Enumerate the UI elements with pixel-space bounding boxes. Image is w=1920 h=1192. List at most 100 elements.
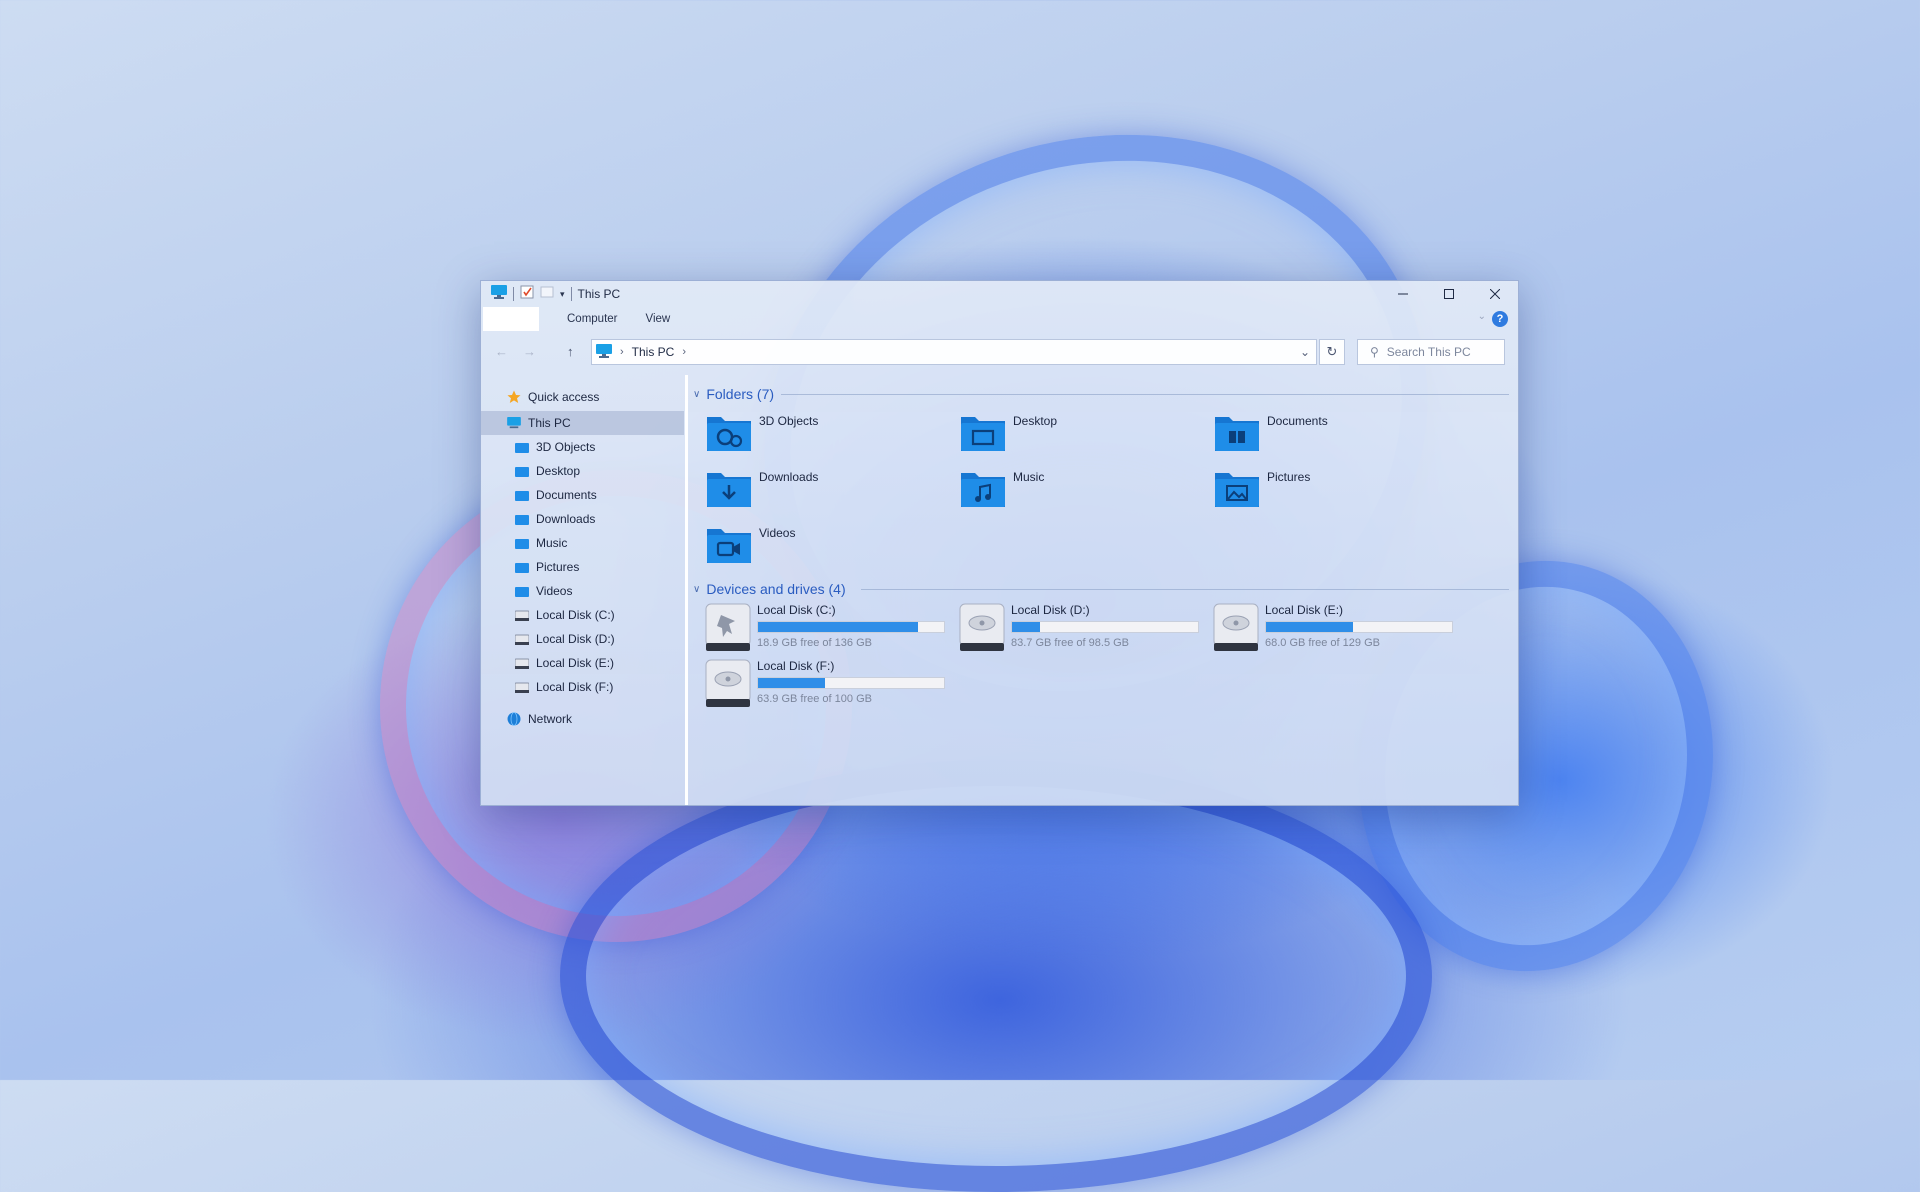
search-box[interactable]: ⚲ Search This PC xyxy=(1357,339,1505,365)
breadcrumb-chevron-icon[interactable]: › xyxy=(620,346,624,358)
folder-icon xyxy=(515,537,529,549)
nav-item-local-disk-c[interactable]: Local Disk (C:) xyxy=(481,603,684,627)
search-icon: ⚲ xyxy=(1370,345,1379,359)
expand-ribbon-icon[interactable]: ⌄ xyxy=(1478,311,1486,322)
nav-label: Music xyxy=(536,536,568,550)
devices-group-header[interactable]: ∨ Devices and drives (4) xyxy=(693,578,846,600)
folder-music[interactable]: Music xyxy=(959,467,1209,519)
folder-documents[interactable]: Documents xyxy=(1213,411,1463,463)
folder-label: Videos xyxy=(759,526,796,540)
folder-desktop[interactable]: Desktop xyxy=(959,411,1209,463)
drive-icon xyxy=(515,609,529,621)
devices-header-label: Devices and drives (4) xyxy=(706,581,846,597)
network-globe-icon xyxy=(507,712,521,726)
nav-network[interactable]: Network xyxy=(481,707,684,731)
documents-folder-icon xyxy=(1213,411,1261,453)
properties-icon[interactable] xyxy=(520,285,534,304)
new-folder-icon[interactable] xyxy=(540,285,554,304)
system-drive-icon xyxy=(705,603,751,653)
file-tab[interactable] xyxy=(483,307,539,331)
folder-label: Music xyxy=(1013,470,1045,484)
drive-usage-fill xyxy=(758,678,825,688)
tab-view[interactable]: View xyxy=(632,313,685,325)
nav-item-local-disk-d[interactable]: Local Disk (D:) xyxy=(481,627,684,651)
videos-folder-icon xyxy=(705,523,753,565)
refresh-icon: ↻ xyxy=(1326,344,1338,359)
minimize-button[interactable] xyxy=(1380,281,1426,307)
folders-group-header[interactable]: ∨ Folders (7) xyxy=(693,383,774,405)
refresh-button[interactable]: ↻ xyxy=(1319,339,1345,365)
nav-label: Desktop xyxy=(536,464,581,478)
drive-icon xyxy=(1213,603,1259,653)
wallpaper-bloom xyxy=(560,760,1432,1192)
nav-item-desktop[interactable]: Desktop xyxy=(481,459,684,483)
toolbar-divider xyxy=(570,287,572,301)
nav-label: This PC xyxy=(528,416,571,430)
folder-icon xyxy=(515,441,529,453)
nav-quick-access[interactable]: Quick access xyxy=(481,385,684,409)
breadcrumb-chevron-icon[interactable]: › xyxy=(682,346,686,358)
nav-label: Pictures xyxy=(536,560,580,574)
drive-name: Local Disk (C:) xyxy=(757,603,836,617)
chevron-down-icon: ∨ xyxy=(693,388,701,400)
drive-usage-bar xyxy=(757,621,945,633)
folder-videos[interactable]: Videos xyxy=(705,523,955,575)
nav-label: Local Disk (C:) xyxy=(536,608,615,622)
nav-label: Documents xyxy=(536,488,597,502)
folder-label: Documents xyxy=(1267,414,1328,428)
navigation-pane: Quick access This PC 3D Objects Desktop … xyxy=(481,375,684,805)
nav-label: Local Disk (D:) xyxy=(536,632,615,646)
folder-label: 3D Objects xyxy=(759,414,819,428)
folder-label: Downloads xyxy=(759,470,819,484)
close-button[interactable] xyxy=(1472,281,1518,307)
forward-arrow-icon[interactable]: → xyxy=(523,344,536,359)
nav-item-videos[interactable]: Videos xyxy=(481,579,684,603)
address-dropdown-icon[interactable]: ⌄ xyxy=(1300,345,1310,359)
up-arrow-icon[interactable]: ↑ xyxy=(567,344,574,359)
maximize-button[interactable] xyxy=(1426,281,1472,307)
breadcrumb-this-pc[interactable]: This PC xyxy=(632,345,675,359)
nav-label: Downloads xyxy=(536,512,596,526)
drive-local-disk-f[interactable]: Local Disk (F:) 63.9 GB free of 100 GB xyxy=(705,659,955,715)
drive-icon xyxy=(959,603,1005,653)
nav-item-downloads[interactable]: Downloads xyxy=(481,507,684,531)
tab-computer[interactable]: Computer xyxy=(553,313,632,325)
drive-usage-fill xyxy=(758,622,918,632)
drive-local-disk-c[interactable]: Local Disk (C:) 18.9 GB free of 136 GB xyxy=(705,603,955,659)
help-icon[interactable]: ? xyxy=(1492,311,1508,327)
customize-toolbar-icon[interactable]: ▾ xyxy=(560,289,565,300)
folder-pictures[interactable]: Pictures xyxy=(1213,467,1463,519)
folder-3d-objects[interactable]: 3D Objects xyxy=(705,411,955,463)
nav-item-3d-objects[interactable]: 3D Objects xyxy=(481,435,684,459)
folder-icon xyxy=(515,465,529,477)
nav-label: 3D Objects xyxy=(536,440,596,454)
nav-item-pictures[interactable]: Pictures xyxy=(481,555,684,579)
nav-item-documents[interactable]: Documents xyxy=(481,483,684,507)
drive-local-disk-e[interactable]: Local Disk (E:) 68.0 GB free of 129 GB xyxy=(1213,603,1463,659)
window-title: This PC xyxy=(577,287,621,301)
pictures-folder-icon xyxy=(1213,467,1261,509)
drive-icon xyxy=(705,659,751,709)
drive-name: Local Disk (D:) xyxy=(1011,603,1090,617)
nav-label: Network xyxy=(528,712,573,726)
drive-local-disk-d[interactable]: Local Disk (D:) 83.7 GB free of 98.5 GB xyxy=(959,603,1209,659)
drive-name: Local Disk (F:) xyxy=(757,659,835,673)
quick-access-toolbar: ▾ xyxy=(481,281,572,307)
nav-label: Quick access xyxy=(528,390,600,404)
folder-downloads[interactable]: Downloads xyxy=(705,467,955,519)
back-arrow-icon[interactable]: ← xyxy=(495,344,508,359)
nav-item-local-disk-e[interactable]: Local Disk (E:) xyxy=(481,651,684,675)
group-divider xyxy=(781,394,1509,395)
address-bar[interactable]: › This PC › ⌄ xyxy=(591,339,1317,365)
folder-label: Desktop xyxy=(1013,414,1058,428)
nav-item-music[interactable]: Music xyxy=(481,531,684,555)
drive-usage-bar xyxy=(757,677,945,689)
star-icon xyxy=(507,390,521,403)
drive-free-space: 68.0 GB free of 129 GB xyxy=(1265,637,1380,649)
nav-this-pc[interactable]: This PC xyxy=(481,411,684,435)
nav-label: Local Disk (F:) xyxy=(536,680,614,694)
pane-divider[interactable] xyxy=(685,375,688,805)
window-controls xyxy=(1380,281,1518,307)
nav-item-local-disk-f[interactable]: Local Disk (F:) xyxy=(481,675,684,699)
drive-free-space: 63.9 GB free of 100 GB xyxy=(757,693,872,705)
